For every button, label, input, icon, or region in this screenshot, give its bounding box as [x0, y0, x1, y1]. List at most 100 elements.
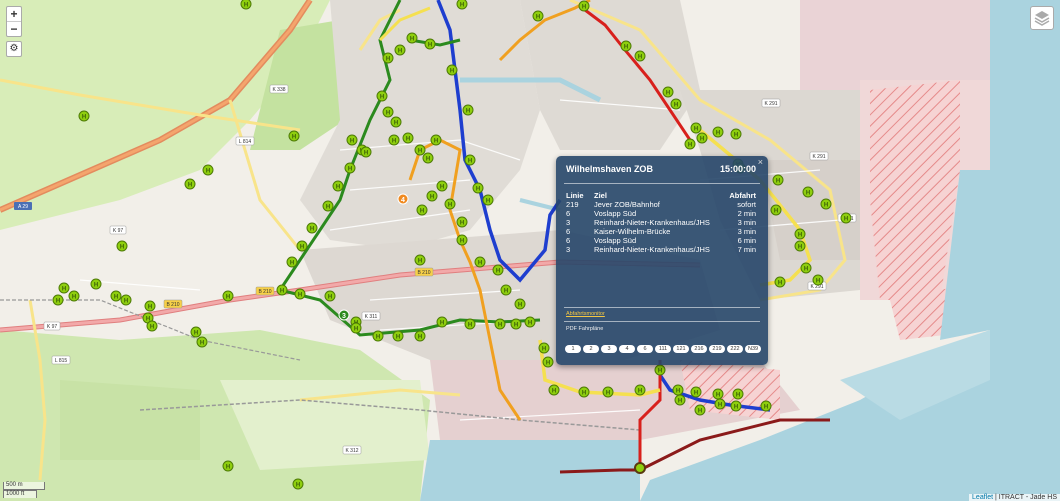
bus-stop-icon[interactable]: H — [634, 50, 646, 62]
bus-stop-icon[interactable]: H — [78, 110, 90, 122]
bus-stop-icon[interactable]: H — [732, 388, 744, 400]
bus-stop-icon[interactable]: H — [294, 288, 306, 300]
bus-stop-icon[interactable]: H — [464, 154, 476, 166]
bus-stop-icon[interactable]: H — [482, 194, 494, 206]
bus-stop-icon[interactable]: H — [672, 384, 684, 396]
pdf-line-button[interactable]: 2 — [583, 345, 599, 353]
bus-stop-icon[interactable]: H — [840, 212, 852, 224]
bus-stop-icon[interactable]: H — [110, 290, 122, 302]
bus-stop-icon[interactable]: H — [240, 0, 252, 10]
bus-stop-icon[interactable]: H — [324, 290, 336, 302]
bus-stop-icon[interactable]: H — [286, 256, 298, 268]
bus-stop-icon[interactable]: H — [812, 274, 824, 286]
pdf-line-button[interactable]: 3 — [601, 345, 617, 353]
bus-stop-icon[interactable]: H — [222, 290, 234, 302]
bus-stop-icon[interactable]: H — [58, 282, 70, 294]
pdf-line-button[interactable]: 121 — [673, 345, 689, 353]
departure-monitor-link[interactable]: Abfahrtsmonitor — [566, 311, 605, 317]
bus-stop-icon[interactable]: H — [414, 144, 426, 156]
bus-stop-icon[interactable]: H — [620, 40, 632, 52]
bus-stop-icon[interactable]: H — [674, 394, 686, 406]
bus-stop-icon[interactable]: H — [350, 322, 362, 334]
bus-stop-icon[interactable]: H — [292, 478, 304, 490]
bus-stop-icon[interactable]: H — [406, 32, 418, 44]
bus-stop-icon[interactable]: H — [532, 10, 544, 22]
bus-stop-icon[interactable]: H — [190, 326, 202, 338]
bus-stop-icon[interactable]: H — [820, 198, 832, 210]
bus-stop-icon[interactable]: H — [800, 262, 812, 274]
bus-stop-icon[interactable]: H — [444, 198, 456, 210]
bus-stop-icon[interactable]: H — [422, 152, 434, 164]
bus-stop-icon[interactable]: H — [602, 386, 614, 398]
bus-stop-icon[interactable]: H — [456, 0, 468, 10]
bus-stop-icon[interactable]: H — [402, 132, 414, 144]
close-icon[interactable]: × — [758, 157, 763, 167]
bus-stop-icon[interactable]: H — [436, 316, 448, 328]
bus-stop-icon[interactable]: H — [730, 128, 742, 140]
bus-stop-icon[interactable]: H — [542, 356, 554, 368]
bus-stop-icon[interactable]: H — [346, 134, 358, 146]
bus-stop-icon[interactable]: H — [376, 90, 388, 102]
bus-stop-icon[interactable]: H — [464, 318, 476, 330]
bus-stop-icon[interactable]: H — [462, 104, 474, 116]
bus-stop-icon[interactable]: H — [424, 38, 436, 50]
bus-stop-icon[interactable]: H — [202, 164, 214, 176]
bus-stop-icon[interactable]: H — [456, 234, 468, 246]
bus-stop-icon[interactable]: H — [146, 320, 158, 332]
bus-stop-icon[interactable]: H — [90, 278, 102, 290]
bus-stop-icon[interactable]: H — [288, 130, 300, 142]
zoom-in-button[interactable]: + — [7, 7, 21, 22]
bus-stop-icon[interactable]: H — [730, 400, 742, 412]
bus-stop-icon[interactable]: H — [492, 264, 504, 276]
bus-stop-icon[interactable]: H — [538, 342, 550, 354]
bus-stop-icon[interactable]: H — [360, 146, 372, 158]
bus-stop-icon[interactable]: H — [456, 216, 468, 228]
bus-stop-icon[interactable]: H — [712, 388, 724, 400]
city-map[interactable]: A 29 L 814 K 338 K 97 K 97 L 815 B 210 B… — [0, 0, 1060, 501]
bus-stop-icon[interactable]: H — [494, 318, 506, 330]
bus-stop-icon[interactable]: H — [760, 400, 772, 412]
bus-stop-icon[interactable]: H — [578, 0, 590, 12]
bus-stop-icon[interactable]: H — [654, 364, 666, 376]
bus-stop-icon[interactable]: H — [714, 398, 726, 410]
bus-stop-icon[interactable]: H — [388, 134, 400, 146]
bus-stop-icon[interactable]: H — [684, 138, 696, 150]
bus-stop-icon[interactable]: H — [446, 64, 458, 76]
pdf-line-button[interactable]: 6 — [637, 345, 653, 353]
pdf-line-button[interactable]: 222 — [727, 345, 743, 353]
bus-stop-icon[interactable]: H — [774, 276, 786, 288]
bus-stop-icon[interactable]: H — [222, 460, 234, 472]
bus-stop-icon[interactable]: H — [472, 182, 484, 194]
bus-stop-icon[interactable]: H — [436, 180, 448, 192]
bus-stop-icon[interactable]: H — [416, 204, 428, 216]
bus-stop-icon[interactable]: H — [322, 200, 334, 212]
bus-stop-icon[interactable]: H — [634, 384, 646, 396]
route-3-marker[interactable]: 3 — [338, 309, 350, 321]
bus-stop-icon[interactable]: H — [430, 134, 442, 146]
bus-stop-icon[interactable]: H — [306, 222, 318, 234]
pdf-line-button[interactable]: 111 — [655, 345, 671, 353]
bus-stop-icon[interactable]: H — [344, 162, 356, 174]
bus-stop-icon[interactable]: H — [184, 178, 196, 190]
gear-icon[interactable]: ⚙ — [6, 41, 22, 57]
bus-stop-icon[interactable]: H — [802, 186, 814, 198]
leaflet-link[interactable]: Leaflet — [972, 494, 993, 501]
bus-stop-icon[interactable]: H — [794, 228, 806, 240]
route-4-marker[interactable]: 4 — [397, 193, 409, 205]
pdf-line-button[interactable]: 219 — [709, 345, 725, 353]
bus-stop-icon[interactable]: H — [770, 204, 782, 216]
bus-stop-icon[interactable]: H — [696, 132, 708, 144]
pdf-line-button[interactable]: 1 — [565, 345, 581, 353]
bus-stop-icon[interactable]: H — [382, 52, 394, 64]
bus-stop-icon[interactable]: H — [578, 386, 590, 398]
bus-stop-icon[interactable]: H — [514, 298, 526, 310]
bus-stop-icon[interactable]: H — [390, 116, 402, 128]
bus-stop-icon[interactable]: H — [144, 300, 156, 312]
bus-stop-icon[interactable]: H — [68, 290, 80, 302]
bus-stop-icon[interactable]: H — [548, 384, 560, 396]
bus-stop-icon[interactable]: H — [332, 180, 344, 192]
bus-stop-icon[interactable]: H — [426, 190, 438, 202]
bus-stop-icon[interactable]: H — [662, 86, 674, 98]
bus-stop-icon[interactable]: H — [196, 336, 208, 348]
pdf-line-button[interactable]: N39 — [745, 345, 762, 353]
